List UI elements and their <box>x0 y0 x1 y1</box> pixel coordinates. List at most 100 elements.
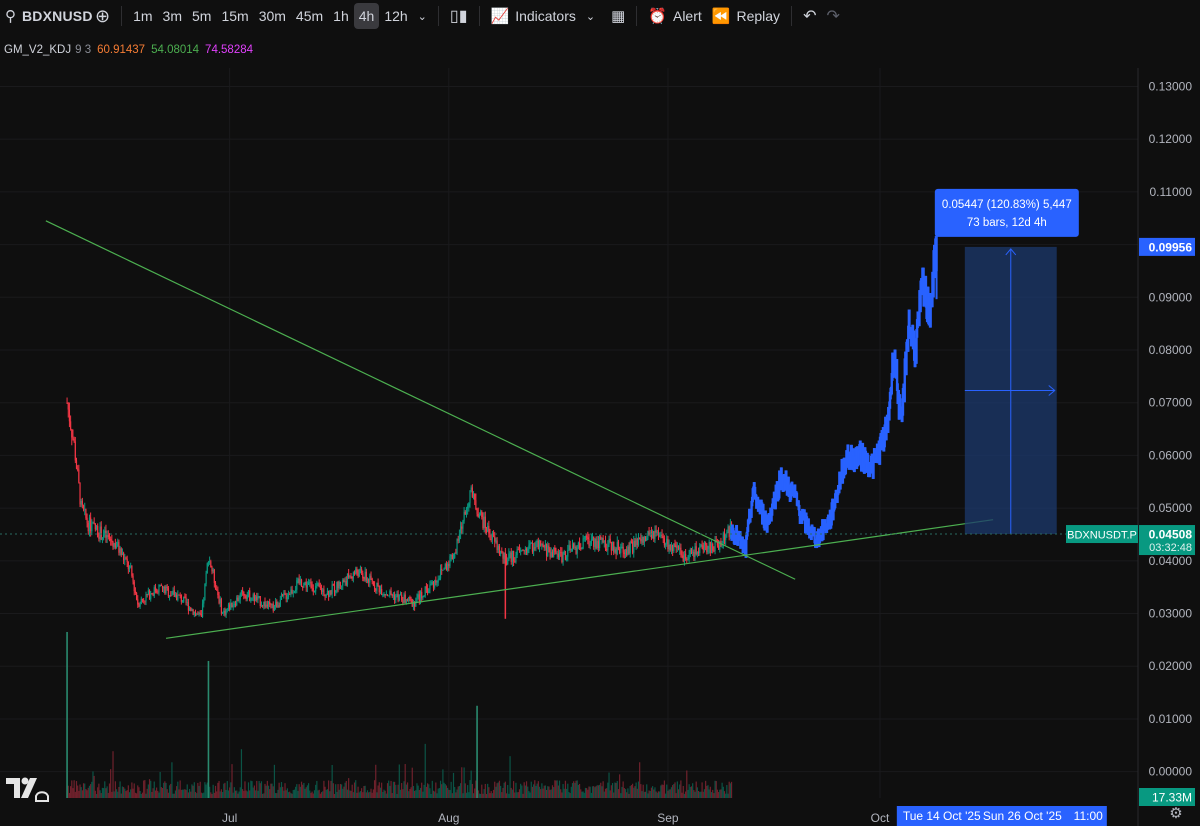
volume-bar <box>370 788 372 798</box>
candle-body <box>386 594 389 596</box>
candle-body <box>138 604 140 607</box>
volume-bar <box>221 792 224 798</box>
candle-body <box>101 537 104 540</box>
candle-body <box>278 605 280 607</box>
volume-bar <box>554 780 556 798</box>
volume-bar <box>88 785 91 798</box>
redo-icon[interactable]: ↷ <box>821 3 844 29</box>
candle-body <box>351 576 353 579</box>
candle-body <box>227 604 230 609</box>
candle-body <box>423 595 425 597</box>
candle-body <box>389 591 391 596</box>
layouts-grid-icon[interactable]: ▦ <box>606 3 630 29</box>
volume-bar <box>403 781 405 798</box>
candle-body <box>695 546 697 555</box>
volume-bar <box>97 787 99 798</box>
volume-bar <box>269 789 271 798</box>
volume-bar <box>366 790 369 798</box>
price-chart[interactable]: 0.05447 (120.83%) 5,447 73 bars, 12d 4h 0… <box>0 68 1200 826</box>
candle-body <box>140 598 142 604</box>
volume-bar <box>264 783 266 798</box>
interval-4h[interactable]: 4h <box>353 3 380 29</box>
volume-bar <box>91 781 93 798</box>
candle-body <box>303 583 305 588</box>
volume-bar <box>494 781 496 798</box>
candle-body <box>690 549 693 553</box>
candle-body <box>245 596 247 600</box>
candle-body <box>284 593 286 595</box>
divider <box>121 6 123 26</box>
volume-bar <box>705 780 707 798</box>
interval-45m[interactable]: 45m <box>291 3 328 29</box>
volume-bar <box>219 791 221 798</box>
candle-body <box>128 566 131 570</box>
candlestick-type-icon[interactable]: ▯▮ <box>445 3 473 29</box>
volume-bar <box>491 793 493 798</box>
candle-body <box>147 590 149 595</box>
candle-body <box>305 581 307 588</box>
volume-bar <box>79 784 81 798</box>
candle-body <box>616 541 618 554</box>
candle-body <box>201 603 204 617</box>
replay-button[interactable]: ⏪ Replay <box>707 3 785 29</box>
volume-bar <box>602 781 604 798</box>
volume-bar <box>132 788 134 798</box>
indicators-button[interactable]: 📈 Indicators <box>486 3 581 29</box>
compare-button[interactable]: ⊕ <box>90 3 115 29</box>
candle-body <box>472 493 475 497</box>
interval-15m[interactable]: 15m <box>216 3 253 29</box>
volume-bar <box>462 793 464 798</box>
interval-1m[interactable]: 1m <box>128 3 157 29</box>
indicators-chevron-down-icon[interactable]: ⌄ <box>581 3 600 29</box>
candle-body <box>631 541 634 553</box>
volume-bar <box>603 791 605 798</box>
volume-bar <box>654 787 656 798</box>
candle-body <box>313 591 316 593</box>
candle-body <box>495 540 497 542</box>
volume-bar <box>457 786 459 798</box>
alert-button[interactable]: ⏰ Alert <box>643 3 706 29</box>
volume-bar <box>485 793 488 798</box>
candle-body <box>478 514 481 518</box>
candle-body <box>547 545 549 556</box>
candle-body <box>337 581 339 588</box>
volume-bar <box>419 787 422 798</box>
indicator-legend[interactable]: GM_V2_KDJ 9 3 60.91437 54.08014 74.58284 <box>4 44 253 56</box>
volume-bar <box>633 787 635 798</box>
candle-body <box>613 541 615 553</box>
interval-1h[interactable]: 1h <box>328 3 354 29</box>
volume-bar <box>461 767 463 798</box>
candle-body <box>608 538 610 545</box>
gear-icon[interactable]: ⚙ <box>1169 805 1182 822</box>
candle-body <box>218 595 220 604</box>
volume-bar <box>296 784 298 798</box>
volume-bar <box>128 792 131 798</box>
interval-5m[interactable]: 5m <box>187 3 216 29</box>
volume-bar <box>214 785 217 798</box>
candle-body <box>655 530 657 533</box>
interval-30m[interactable]: 30m <box>254 3 291 29</box>
symbol-search[interactable]: ⚲ BDXNUSD <box>0 3 92 29</box>
price-tick-label: 0.13000 <box>1149 79 1193 93</box>
interval-chevron-down-icon[interactable]: ⌄ <box>413 3 432 29</box>
candle-body <box>583 537 585 539</box>
volume-bar <box>508 793 510 798</box>
volume-bar <box>265 785 267 798</box>
interval-3m[interactable]: 3m <box>158 3 187 29</box>
volume-bar <box>250 780 252 798</box>
volume-bar <box>237 793 239 798</box>
candle-body <box>406 599 409 602</box>
candle-body <box>171 594 173 596</box>
date-range-end: Sun 26 Oct '25 <box>983 809 1062 823</box>
candle-body <box>661 534 663 537</box>
interval-12h[interactable]: 12h <box>379 3 412 29</box>
candle-body <box>263 601 265 606</box>
volume-bar <box>614 782 616 798</box>
volume-bar <box>676 781 678 798</box>
candle-body <box>429 585 431 590</box>
undo-icon[interactable]: ↶ <box>798 3 821 29</box>
candle-body <box>242 590 244 592</box>
volume-bar <box>563 788 565 798</box>
candle-body <box>290 589 292 595</box>
candle-body <box>350 576 352 578</box>
